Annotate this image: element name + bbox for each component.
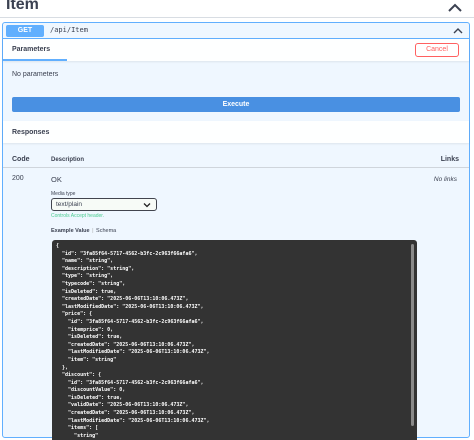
- response-code: 200: [12, 175, 24, 182]
- tab-example-value[interactable]: Example Value: [51, 228, 90, 234]
- example-json-text: { "id": "3fa85f64-5717-4562-b3fc-2c963f6…: [56, 243, 210, 439]
- media-type-value: text/plain: [56, 201, 83, 208]
- media-type-label: Media type: [51, 191, 76, 197]
- parameters-title: Parameters: [12, 46, 51, 53]
- http-method-badge: GET: [6, 25, 44, 37]
- column-links: Links: [440, 156, 459, 163]
- chevron-up-icon[interactable]: [448, 2, 462, 14]
- execute-button[interactable]: Execute: [12, 97, 460, 112]
- chevron-down-icon: [143, 203, 151, 208]
- tab-schema[interactable]: Schema: [96, 228, 116, 234]
- response-links: No links: [433, 176, 457, 183]
- tab-separator: |: [92, 228, 94, 234]
- parameters-header: Parameters Cancel: [3, 39, 469, 61]
- tab-parameters[interactable]: Parameters: [3, 39, 67, 61]
- collapse-chevron-icon[interactable]: [453, 26, 463, 36]
- tag-title: Item: [6, 0, 39, 13]
- media-type-select[interactable]: text/plain: [51, 198, 157, 211]
- tag-header[interactable]: Item: [0, 0, 474, 18]
- no-parameters-text: No parameters: [12, 71, 59, 78]
- controls-accept-note: Controls Accept header.: [51, 213, 105, 219]
- column-code: Code: [12, 156, 30, 163]
- responses-header: Responses: [3, 121, 469, 143]
- example-tabs: Example Value | Schema: [51, 228, 116, 234]
- code-scrollbar[interactable]: [411, 244, 414, 426]
- operation-summary[interactable]: GET /api/Item: [3, 23, 469, 39]
- column-description: Description: [51, 157, 85, 163]
- example-json-block[interactable]: { "id": "3fa85f64-5717-4562-b3fc-2c963f6…: [52, 240, 417, 440]
- operation-block: GET /api/Item Parameters Cancel No param…: [2, 22, 470, 440]
- responses-columns: Code Description Links: [3, 154, 469, 168]
- responses-title: Responses: [12, 129, 50, 136]
- endpoint-path: /api/Item: [50, 26, 88, 34]
- cancel-button[interactable]: Cancel: [415, 43, 459, 57]
- response-description: OK: [51, 175, 62, 184]
